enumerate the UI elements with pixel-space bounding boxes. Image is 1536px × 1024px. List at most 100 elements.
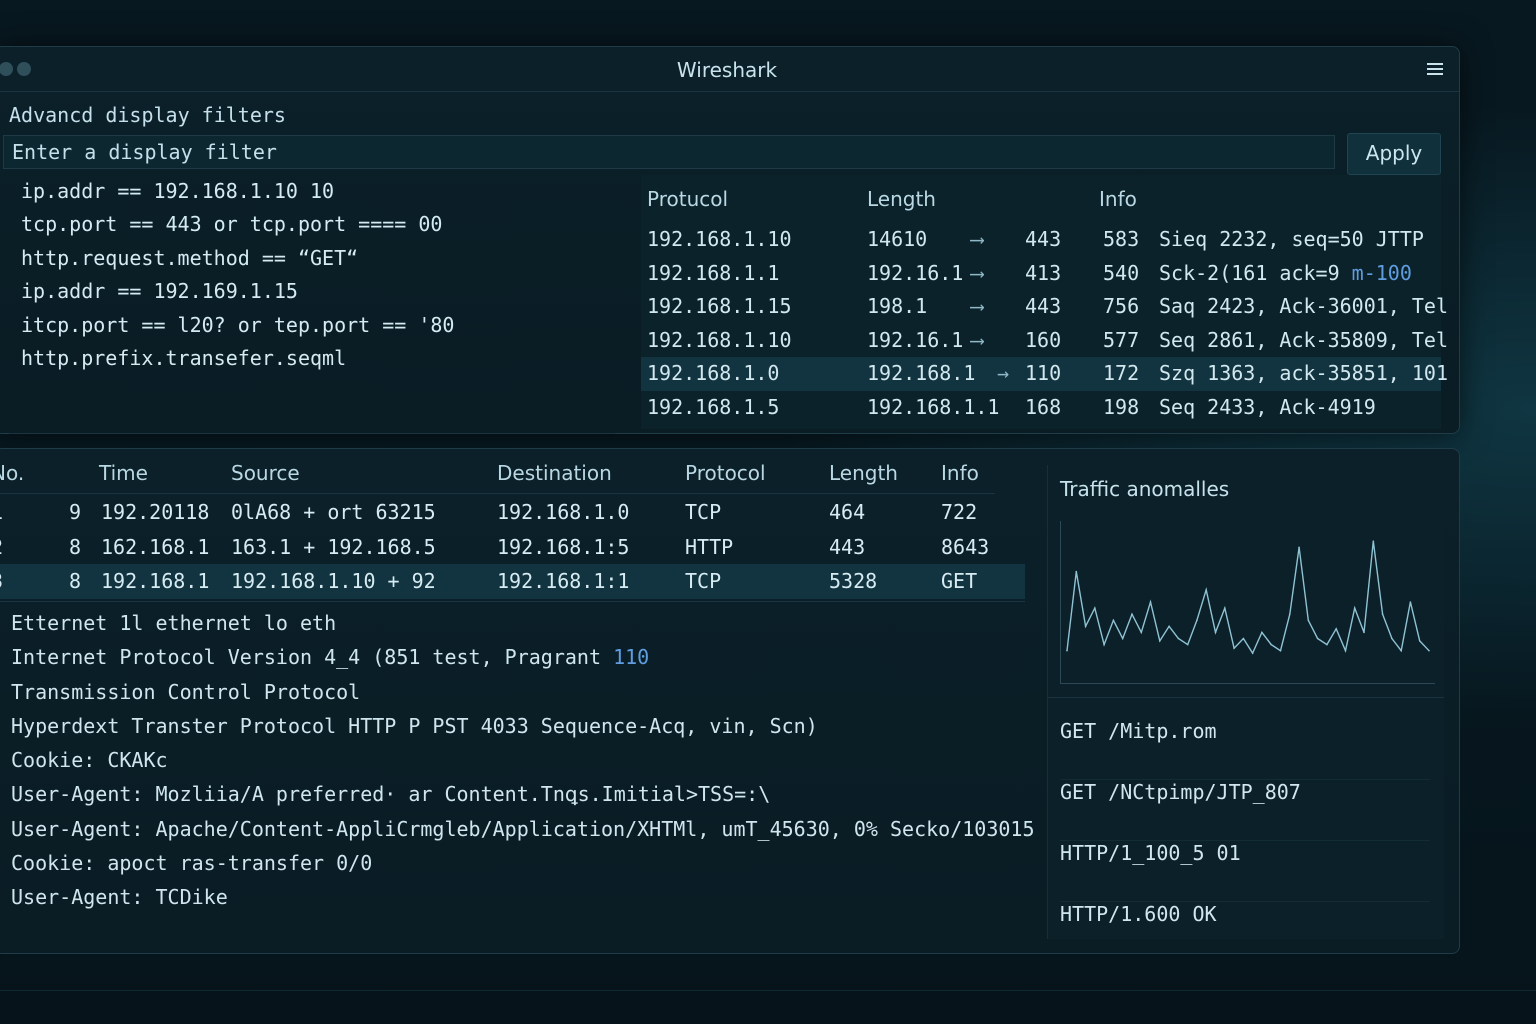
filter-suggestion[interactable]: ip.addr == 192.169.1.15	[21, 279, 631, 312]
table-row[interactable]: 192.168.1.5 192.168.1.1 168 198 Seq 2433, Ac…	[641, 391, 1441, 425]
cell-source: 192.168.1.1	[647, 260, 780, 285]
traffic-data-point	[1066, 649, 1068, 652]
table-row[interactable]: 192.168.1.0 192.168.1 → 110 172 Szq 1363, ack…	[641, 357, 1448, 391]
table-row[interactable]: 2 8 162.168.1 163.1 + 192.168.5 192.168.1:5 H…	[0, 530, 1025, 565]
arrow-icon: ⟶	[971, 294, 984, 319]
divider	[1048, 697, 1444, 698]
traffic-data-point	[1261, 631, 1263, 634]
cell-no: 3	[0, 569, 3, 593]
traffic-data-point	[1149, 601, 1152, 603]
cell-destination: 192.168.1.1	[867, 394, 1000, 419]
cell-length: 464	[829, 500, 866, 524]
display-filter-input[interactable]	[3, 135, 1335, 169]
column-header-length[interactable]: Length	[867, 187, 936, 211]
detail-text: User-Agent: TCDike	[11, 885, 228, 910]
detail-tree-item[interactable]: Internet Protocol Version 4_4 (851 test,…	[11, 645, 1021, 679]
detail-tree-item[interactable]: Cookie: CKAKc	[11, 748, 1021, 782]
window-title: Wireshark	[676, 58, 778, 82]
column-header-destination[interactable]: Destination	[497, 461, 612, 485]
traffic-data-point	[1186, 643, 1189, 646]
detail-tree-item[interactable]: User-Agent: TCDike	[11, 885, 1021, 919]
cell-time-index: 9	[69, 500, 82, 524]
column-header-time[interactable]: Time	[99, 461, 148, 485]
table-row[interactable]: 192.168.1.1 192.16.1 ⟶ 413 540 Sck-2(161 ack=…	[641, 257, 1441, 291]
column-header-protocol[interactable]: Protocol	[685, 461, 766, 485]
cell-time: 192.20118	[101, 500, 210, 524]
packet-details-tree: Etternet 1l ethernet lo eth Internet Prot…	[11, 611, 1035, 920]
cell-port: 443	[1025, 294, 1062, 319]
detail-tree-item[interactable]: Etternet 1l ethernet lo eth	[11, 611, 1021, 645]
traffic-series-line	[1066, 541, 1430, 655]
cell-destination: 192.168.1:5	[497, 534, 630, 559]
detail-text: Internet Protocol Version 4_4 (851 test,…	[11, 645, 614, 670]
detail-tree-item[interactable]: Cookie: apoct ras-transfer 0/0	[11, 851, 1021, 885]
detail-text: Transmission Control Protocol	[11, 679, 361, 704]
cell-source: 192.168.1.10 + 92	[231, 569, 436, 594]
traffic-data-point	[1391, 637, 1393, 640]
traffic-data-point	[1131, 613, 1133, 615]
request-item[interactable]: GET /Mitp.rom	[1060, 719, 1430, 780]
cell-protocol: TCP	[685, 569, 722, 594]
traffic-data-point	[1205, 589, 1208, 591]
apply-button[interactable]: Apply	[1347, 133, 1441, 175]
traffic-data-point	[1418, 640, 1421, 642]
hamburger-menu-icon[interactable]	[1427, 63, 1443, 75]
column-header-length[interactable]: Length	[829, 461, 898, 485]
packet-window: No. Time Source Destination Protocol Len…	[0, 448, 1460, 954]
divider	[9, 433, 615, 434]
filter-suggestion[interactable]: http.prefix.transefer.seqml	[21, 346, 631, 379]
request-list: GET /Mitp.rom GET /NCtpimp/JTP_807 HTTP/…	[1060, 719, 1430, 962]
filter-suggestion[interactable]: ip.addr == 192.168.1.10 10	[21, 179, 631, 212]
traffic-data-point	[1288, 613, 1291, 615]
table-row[interactable]: 192.168.1.10 192.16.1 ⟶ 160 577 Seq 2861, Ack…	[641, 324, 1448, 358]
cell-port: 443	[1025, 227, 1062, 251]
cell-info: Szq 1363, ack-35851, 101	[1159, 361, 1448, 386]
column-header-no[interactable]: No.	[0, 461, 24, 485]
cell-info: GET	[941, 569, 978, 594]
column-header-source[interactable]: Source	[231, 461, 300, 485]
traffic-data-point	[1307, 619, 1310, 622]
traffic-data-point	[1298, 546, 1300, 549]
table-row[interactable]: 3 8 192.168.1 192.168.1.10 + 92 192.168.1:1 T…	[0, 564, 1025, 599]
traffic-data-point	[1400, 649, 1402, 652]
cell-destination: 14610	[867, 227, 928, 251]
traffic-data-point	[1353, 607, 1356, 609]
detail-text: Etternet 1l ethernet lo eth	[11, 611, 337, 635]
detail-tree-item[interactable]: Transmission Control Protocol	[11, 680, 1021, 714]
column-header-protocol[interactable]: Protucol	[647, 187, 728, 211]
cell-length: 583	[1103, 227, 1140, 251]
detail-tree-item[interactable]: Hyperdext Transter Protocol HTTP P PST 4…	[11, 714, 1021, 748]
traffic-data-point	[1121, 637, 1124, 640]
filter-suggestion[interactable]: itcp.port == l20? or tep.port == '80	[21, 313, 631, 346]
cell-protocol: TCP	[685, 500, 722, 524]
cell-length: 172	[1103, 361, 1140, 386]
traffic-data-point	[1428, 649, 1430, 652]
traffic-data-point	[1316, 637, 1319, 640]
traffic-data-point	[1084, 625, 1087, 628]
request-item[interactable]: HTTP/1.600 OK	[1060, 902, 1430, 962]
table-row[interactable]: 192.168.1.15 198.1 ⟶ 443 756 Saq 2423, Ack-36…	[641, 290, 1448, 324]
column-header-info[interactable]: Info	[941, 461, 979, 485]
column-header-info[interactable]: Info	[1099, 187, 1137, 211]
traffic-chart-svg	[1066, 540, 1430, 655]
cell-port: 168	[1025, 394, 1062, 419]
cell-source: 192.168.1.15	[647, 294, 792, 319]
detail-tree-item[interactable]: User-Agent: Apache/Content-AppliCrmgleb/…	[11, 817, 1035, 851]
traffic-data-point	[1103, 643, 1105, 646]
cell-time: 162.168.1	[101, 534, 210, 559]
cell-source: 192.168.1.10	[647, 327, 792, 352]
filter-suggestion[interactable]: tcp.port == 443 or tcp.port ==== 00	[21, 212, 631, 245]
table-row[interactable]: 1 9 192.20118 0lA68 + ort 63215 192.168.1.0 T…	[0, 495, 1025, 530]
cell-destination: 192.168.1:1	[497, 569, 630, 594]
arrow-icon: ⟶	[971, 260, 984, 285]
detail-tree-item[interactable]: User-Agent: Mozliia/A preferred· ar Cont…	[11, 782, 1021, 816]
request-item[interactable]: HTTP/1_100_5 01	[1060, 841, 1430, 902]
request-item[interactable]: GET /NCtpimp/JTP_807	[1060, 780, 1430, 841]
filter-suggestion[interactable]: http.request.method == “GET“	[21, 246, 631, 279]
traffic-data-point	[1196, 619, 1198, 622]
cell-info: Sck-2(161 ack=9 m-100	[1159, 260, 1412, 285]
detail-highlight: 110	[613, 645, 650, 670]
traffic-data-point	[1177, 637, 1180, 640]
filters-heading: Advancd display filters	[9, 103, 286, 127]
table-row[interactable]: 192.168.1.10 14610 ⟶ 443 583 Sieq 2232, seq=5…	[641, 223, 1441, 257]
